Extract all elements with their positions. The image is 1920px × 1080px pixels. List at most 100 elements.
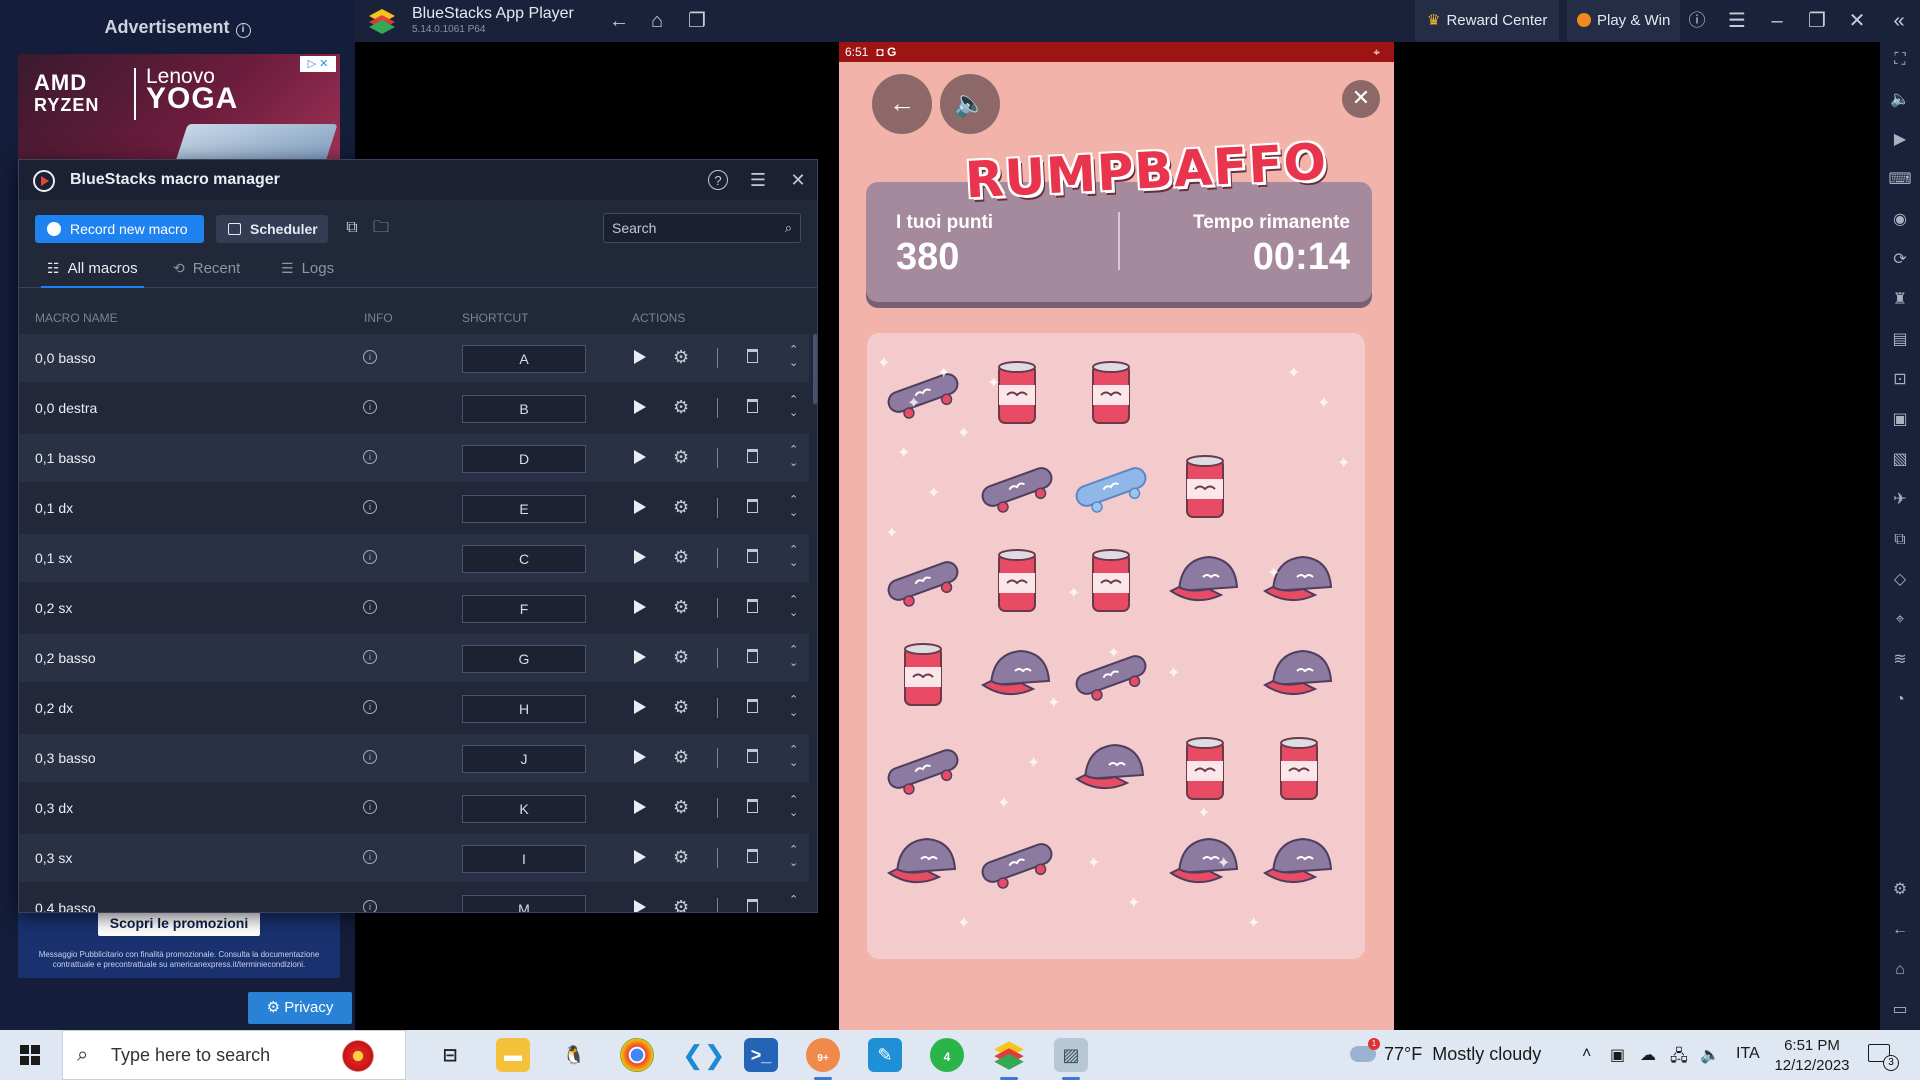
macro-row[interactable]: 0,3 basso i J ⚙ ⌃ ⌄: [19, 734, 809, 782]
board-item-can[interactable]: [1165, 447, 1245, 527]
chrome-icon[interactable]: [620, 1038, 654, 1072]
shortcut-key[interactable]: K: [462, 795, 586, 823]
reorder-icon[interactable]: ⌃ ⌄: [789, 894, 798, 912]
macro-row[interactable]: 0,1 basso i D ⚙ ⌃ ⌄: [19, 434, 809, 482]
collapse-sidebar-icon[interactable]: «: [1887, 9, 1911, 33]
info-icon[interactable]: i: [363, 900, 377, 912]
media-icon[interactable]: ▶: [1888, 128, 1912, 152]
record-icon[interactable]: ◉: [1888, 208, 1912, 232]
linux-penguin-icon[interactable]: 🐧: [557, 1038, 591, 1072]
info-icon[interactable]: i: [363, 700, 377, 714]
board-item-cap[interactable]: [1165, 823, 1245, 903]
powershell-icon[interactable]: >_: [744, 1038, 778, 1072]
macro-row[interactable]: 0,1 sx i C ⚙ ⌃ ⌄: [19, 534, 809, 582]
gear-icon[interactable]: ⚙: [673, 897, 689, 912]
home-icon[interactable]: ⌂: [645, 9, 669, 33]
shortcut-key[interactable]: M: [462, 895, 586, 912]
macro-row[interactable]: 0,2 dx i H ⚙ ⌃ ⌄: [19, 684, 809, 732]
shortcut-key[interactable]: B: [462, 395, 586, 423]
keyboard-icon[interactable]: ⌨: [1888, 168, 1912, 192]
macro-row[interactable]: 0,4 basso i M ⚙ ⌃ ⌄: [19, 884, 809, 912]
macro-row[interactable]: 0,3 sx i I ⚙ ⌃ ⌄: [19, 834, 809, 882]
multi-instance-icon[interactable]: ⧉: [1888, 528, 1912, 552]
board-cell-empty[interactable]: [1259, 447, 1339, 527]
gear-icon[interactable]: ⚙: [673, 397, 689, 418]
record-new-macro-button[interactable]: Record new macro: [35, 215, 204, 243]
play-icon[interactable]: [634, 350, 646, 364]
language-indicator[interactable]: ITA: [1736, 1045, 1760, 1063]
notification-icon[interactable]: 3: [1868, 1044, 1899, 1071]
gear-icon[interactable]: ⚙: [673, 597, 689, 618]
info-icon[interactable]: i: [235, 23, 251, 38]
vscode-icon[interactable]: ❮❯: [682, 1038, 726, 1072]
tray-chevron-icon[interactable]: ˄: [1582, 1045, 1591, 1063]
shortcut-key[interactable]: A: [462, 345, 586, 373]
play-icon[interactable]: [634, 550, 646, 564]
reorder-icon[interactable]: ⌃ ⌄: [789, 544, 798, 570]
board-item-can[interactable]: [1071, 541, 1151, 621]
gear-icon[interactable]: ⚙: [673, 447, 689, 468]
play-icon[interactable]: [634, 500, 646, 514]
board-item-cap[interactable]: [1259, 823, 1339, 903]
macro-list-scrollbar[interactable]: [813, 334, 817, 404]
trash-icon[interactable]: [747, 699, 758, 713]
play-icon[interactable]: [634, 850, 646, 864]
play-icon[interactable]: [634, 900, 646, 912]
board-item-skateboard[interactable]: [977, 447, 1057, 527]
airplane-icon[interactable]: ✈: [1888, 488, 1912, 512]
info-icon[interactable]: i: [363, 350, 377, 364]
board-cell-empty[interactable]: [1165, 353, 1245, 433]
fullscreen-icon[interactable]: ⛶: [1888, 48, 1912, 72]
android-recents-icon[interactable]: ▭: [1888, 998, 1912, 1022]
apk-icon[interactable]: ▤: [1888, 328, 1912, 352]
reorder-icon[interactable]: ⌃ ⌄: [789, 744, 798, 770]
board-item-cap[interactable]: [1259, 635, 1339, 715]
back-icon[interactable]: ←: [607, 9, 631, 33]
rotate-icon[interactable]: ⟳: [1888, 248, 1912, 272]
gallery-icon[interactable]: ▧: [1888, 448, 1912, 472]
tab-recent[interactable]: ⟲ Recent: [173, 256, 240, 288]
info-icon[interactable]: i: [363, 400, 377, 414]
shortcut-key[interactable]: G: [462, 645, 586, 673]
network-icon[interactable]: 🖧: [1670, 1045, 1688, 1072]
trash-icon[interactable]: [747, 399, 758, 413]
recent-apps-icon[interactable]: ❐: [685, 9, 709, 33]
menu-icon[interactable]: ☰: [1725, 9, 1749, 33]
discord-icon[interactable]: 9+: [806, 1038, 840, 1080]
ad-close-icon[interactable]: ▷ ✕: [300, 56, 336, 72]
volume-icon[interactable]: 🔈: [1888, 88, 1912, 112]
close-icon[interactable]: ✕: [1845, 9, 1869, 33]
info-icon[interactable]: i: [363, 600, 377, 614]
game-back-button[interactable]: ←: [872, 74, 932, 134]
android-back-icon[interactable]: ←: [1888, 918, 1912, 942]
close-icon[interactable]: ✕: [786, 168, 810, 192]
taskbar-clock[interactable]: 6:51 PM 12/12/2023: [1772, 1036, 1852, 1076]
board-item-can[interactable]: [1165, 729, 1245, 809]
game-screen[interactable]: 6:51 ◘ G ⌖ ← 🔈 ✕ RUMPBAFFO I tuoi punti 3…: [839, 42, 1394, 1030]
play-icon[interactable]: [634, 700, 646, 714]
trash-icon[interactable]: [747, 549, 758, 563]
board-item-cap[interactable]: [883, 823, 963, 903]
game-close-button[interactable]: ✕: [1342, 80, 1380, 118]
board-item-can[interactable]: [883, 635, 963, 715]
trash-icon[interactable]: [747, 599, 758, 613]
capture-icon[interactable]: ▣: [1888, 408, 1912, 432]
info-icon[interactable]: i: [363, 550, 377, 564]
trash-icon[interactable]: [747, 899, 758, 912]
reorder-icon[interactable]: ⌃ ⌄: [789, 344, 798, 370]
board-item-cap[interactable]: [1071, 729, 1151, 809]
board-item-skateboard[interactable]: [977, 823, 1057, 903]
play-icon[interactable]: [634, 400, 646, 414]
macro-row[interactable]: 0,3 dx i K ⚙ ⌃ ⌄: [19, 784, 809, 832]
privacy-button[interactable]: ⚙ Privacy: [248, 992, 352, 1024]
macro-row[interactable]: 0,1 dx i E ⚙ ⌃ ⌄: [19, 484, 809, 532]
restore-icon[interactable]: ❐: [1805, 9, 1829, 33]
macro-row[interactable]: 0,0 basso i A ⚙ ⌃ ⌄: [19, 334, 809, 382]
reorder-icon[interactable]: ⌃ ⌄: [789, 694, 798, 720]
board-item-can[interactable]: [1259, 729, 1339, 809]
scheduler-button[interactable]: Scheduler: [216, 215, 328, 243]
reorder-icon[interactable]: ⌃ ⌄: [789, 394, 798, 420]
gear-icon[interactable]: ⚙: [673, 797, 689, 818]
reorder-icon[interactable]: ⌃ ⌄: [789, 844, 798, 870]
trash-icon[interactable]: [747, 799, 758, 813]
